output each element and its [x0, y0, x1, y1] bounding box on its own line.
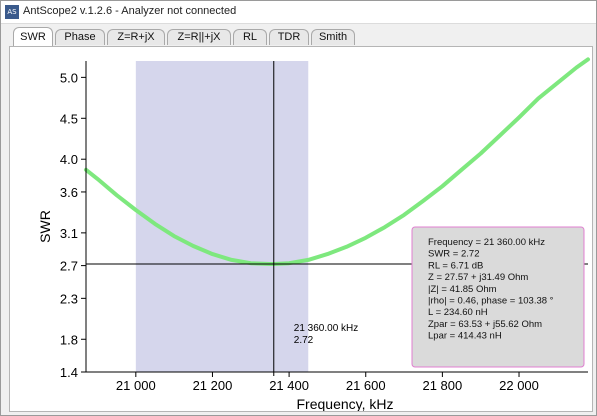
app-window: AS AntScope2 v.1.2.6 - Analyzer not conn…: [0, 0, 597, 416]
info-line: L = 234.60 nH: [428, 307, 488, 318]
y-tick-label: 1.4: [60, 365, 78, 380]
tab-swr[interactable]: SWR: [13, 27, 53, 46]
y-tick-label: 2.7: [60, 259, 78, 274]
y-tick-label: 4.0: [60, 152, 78, 167]
y-tick-label: 4.5: [60, 111, 78, 126]
x-tick-label: 21 000: [116, 378, 156, 393]
x-tick-label: 21 600: [346, 378, 386, 393]
info-line: |rho| = 0.46, phase = 103.38 °: [428, 296, 554, 307]
info-line: Lpar = 414.43 nH: [428, 331, 502, 342]
swr-chart-panel: 21 000 21 200 21 400 21 600 21 800 22 000 1.4…: [9, 46, 593, 412]
tab-rl[interactable]: RL: [233, 29, 267, 45]
info-line: Frequency = 21 360.00 kHz: [428, 237, 545, 248]
tab-z-r-jx[interactable]: Z=R+jX: [107, 29, 165, 45]
info-line: |Z| = 41.85 Ohm: [428, 284, 497, 295]
tab-z-r-parallel-jx[interactable]: Z=R||+jX: [167, 29, 231, 45]
cursor-swr-label: 2.72: [294, 335, 314, 346]
swr-chart[interactable]: 21 000 21 200 21 400 21 600 21 800 22 000 1.4…: [10, 47, 592, 412]
info-line: RL = 6.71 dB: [428, 260, 483, 271]
info-line: Z = 27.57 + j31.49 Ohm: [428, 272, 528, 283]
info-line: SWR = 2.72: [428, 249, 479, 260]
tab-bar: SWR Phase Z=R+jX Z=R||+jX RL TDR Smith: [9, 27, 589, 47]
tab-phase[interactable]: Phase: [55, 29, 105, 45]
y-tick-label: 3.6: [60, 185, 78, 200]
info-line: Zpar = 63.53 + j55.62 Ohm: [428, 319, 542, 330]
tab-tdr[interactable]: TDR: [269, 29, 309, 45]
x-tick-label: 21 400: [269, 378, 309, 393]
x-axis-label: Frequency, kHz: [297, 396, 394, 411]
x-tick-label: 22 000: [499, 378, 539, 393]
y-tick-label: 1.8: [60, 332, 78, 347]
highlight-band: [135, 61, 309, 372]
cursor-frequency-label: 21 360.00 kHz: [294, 323, 359, 334]
window-title: AntScope2 v.1.2.6 - Analyzer not connect…: [23, 5, 237, 17]
y-tick-label: 3.1: [60, 226, 78, 241]
y-tick-label: 5.0: [60, 70, 78, 85]
x-tick-label: 21 200: [193, 378, 233, 393]
app-icon: AS: [5, 5, 19, 19]
y-tick-label: 2.3: [60, 291, 78, 306]
x-tick-label: 21 800: [422, 378, 462, 393]
title-bar: AS AntScope2 v.1.2.6 - Analyzer not conn…: [1, 1, 596, 24]
y-axis-label: SWR: [37, 210, 53, 243]
tab-smith[interactable]: Smith: [311, 29, 355, 45]
